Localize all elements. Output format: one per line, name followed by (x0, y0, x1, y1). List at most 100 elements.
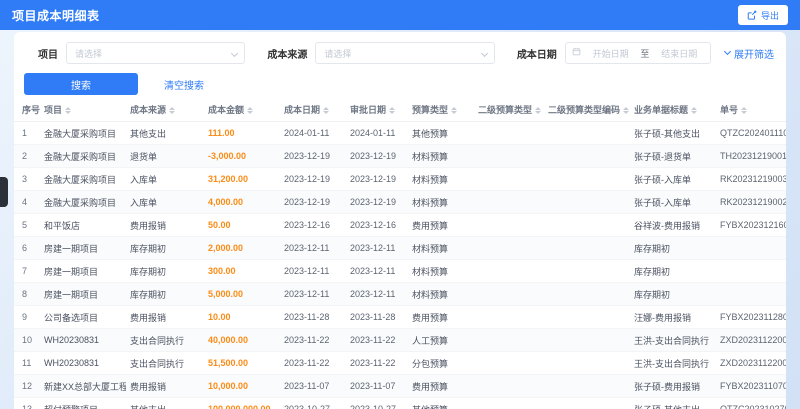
col-doc-no[interactable]: 单号 (716, 98, 786, 122)
side-drawer-handle[interactable] (0, 177, 8, 207)
cell-cost-date: 2023-10-27 (280, 397, 346, 409)
cell-amount: 31,200.00 (204, 167, 280, 191)
source-select[interactable]: 请选择 (315, 42, 495, 64)
col-label: 审批日期 (350, 105, 387, 115)
sort-icon[interactable] (169, 107, 176, 115)
cell-doc-no: QTZC20231027002 (716, 397, 786, 409)
cell-project: WH20230831 (40, 351, 126, 375)
cell-amount: 51,500.00 (204, 351, 280, 375)
search-button[interactable]: 搜索 (24, 73, 138, 95)
cell-sub-budget-code (544, 259, 630, 283)
cell-sub-budget-code (544, 351, 630, 375)
cell-project: 房建一期项目 (40, 282, 126, 306)
cell-source: 支出合同执行 (126, 328, 204, 352)
cell-cost-date: 2023-12-19 (280, 167, 346, 191)
cell-amount: 40,000.00 (204, 328, 280, 352)
cell-approval-date: 2023-11-07 (346, 374, 408, 398)
table-row: 9 公司备选项目 费用报销 10.00 2023-11-28 2023-11-28 费用预算… (14, 305, 786, 329)
sort-icon[interactable] (247, 107, 254, 115)
cell-cost-date: 2023-12-11 (280, 282, 346, 306)
cell-index: 9 (14, 305, 40, 329)
cell-sub-budget-type (474, 167, 544, 191)
table-row: 5 和平饭店 费用报销 50.00 2023-12-16 2023-12-16 费用预算 谷祥… (14, 213, 786, 237)
col-budget-type[interactable]: 预算类型 (408, 98, 474, 122)
cell-budget-type: 其他预算 (408, 121, 474, 145)
cell-index: 10 (14, 328, 40, 352)
sort-icon[interactable] (65, 107, 72, 115)
col-project[interactable]: 项目 (40, 98, 126, 122)
cell-amount: 4,000.00 (204, 190, 280, 214)
cell-project: 房建一期项目 (40, 259, 126, 283)
cell-project: 金融大厦采购项目 (40, 144, 126, 168)
project-select[interactable]: 请选择 (66, 42, 246, 64)
col-label: 二级预算类型编码 (548, 105, 621, 115)
col-amount[interactable]: 成本金额 (204, 98, 280, 122)
cell-index: 13 (14, 397, 40, 409)
cell-sub-budget-type (474, 213, 544, 237)
expand-filter-link[interactable]: 展开筛选 (723, 46, 774, 61)
clear-search-link[interactable]: 清空搜索 (164, 77, 204, 92)
sort-icon[interactable] (389, 107, 396, 115)
cell-index: 12 (14, 374, 40, 398)
cell-approval-date: 2023-11-22 (346, 328, 408, 352)
cell-sub-budget-code (544, 328, 630, 352)
cell-doc-title: 库存期初 (630, 282, 716, 306)
date-filter-label: 成本日期 (516, 49, 557, 61)
cell-index: 2 (14, 144, 40, 168)
cell-amount: 111.00 (204, 121, 280, 145)
cell-sub-budget-type (474, 351, 544, 375)
cell-sub-budget-code (544, 305, 630, 329)
col-sub-budget-code[interactable]: 二级预算类型编码 (544, 98, 630, 122)
cell-project: 金融大厦采购项目 (40, 167, 126, 191)
cost-table: 序号 项目 成本来源 成本金额 成本日期 审批日期 预算类型 二级预算类型 二级预算类型编码 业务… (14, 98, 786, 409)
sort-icon[interactable] (451, 107, 458, 115)
col-cost-date[interactable]: 成本日期 (280, 98, 346, 122)
cell-budget-type: 材料预算 (408, 282, 474, 306)
cell-amount: -3,000.00 (204, 144, 280, 168)
cell-budget-type: 分包预算 (408, 351, 474, 375)
sort-icon[interactable] (535, 107, 542, 115)
cell-sub-budget-code (544, 397, 630, 409)
chevron-down-icon (480, 49, 488, 58)
sort-icon[interactable] (741, 107, 748, 115)
cell-budget-type: 材料预算 (408, 190, 474, 214)
cell-approval-date: 2023-12-19 (346, 190, 408, 214)
cell-doc-no: ZXD20231122002 (716, 328, 786, 352)
col-label: 序号 (22, 105, 40, 115)
export-button[interactable]: 导出 (737, 5, 788, 25)
cell-budget-type: 人工预算 (408, 328, 474, 352)
date-range-picker[interactable]: 开始日期 至 结束日期 (564, 42, 711, 64)
cell-cost-date: 2023-12-11 (280, 236, 346, 260)
col-label: 业务单据标题 (634, 105, 689, 115)
col-source[interactable]: 成本来源 (126, 98, 204, 122)
sort-icon[interactable] (323, 107, 330, 115)
cell-doc-title: 张子硕-其他支出 (630, 121, 716, 145)
cell-sub-budget-type (474, 121, 544, 145)
cell-source: 库存期初 (126, 282, 204, 306)
cell-sub-budget-code (544, 374, 630, 398)
cell-doc-title: 库存期初 (630, 259, 716, 283)
cell-source: 其他支出 (126, 397, 204, 409)
cell-amount: 10,000.00 (204, 374, 280, 398)
col-label: 成本来源 (130, 105, 167, 115)
cell-amount: 50.00 (204, 213, 280, 237)
col-doc-title[interactable]: 业务单据标题 (630, 98, 716, 122)
cell-doc-no (716, 282, 786, 306)
sort-icon[interactable] (691, 107, 698, 115)
cell-amount: 5,000.00 (204, 282, 280, 306)
cell-project: 超付预警项目 (40, 397, 126, 409)
cell-doc-no: FYBX20231216001 (716, 213, 786, 237)
sort-icon[interactable] (623, 107, 630, 115)
cell-doc-title: 张子硕-退货单 (630, 144, 716, 168)
table-row: 6 房建一期项目 库存期初 2,000.00 2023-12-11 2023-12-11 材… (14, 236, 786, 260)
chevron-down-icon (723, 47, 732, 56)
project-filter-label: 项目 (38, 49, 58, 61)
table-row: 4 金融大厦采购项目 入库单 4,000.00 2023-12-19 2023-12-19… (14, 190, 786, 214)
export-icon (747, 10, 757, 20)
col-approval-date[interactable]: 审批日期 (346, 98, 408, 122)
cell-cost-date: 2023-11-22 (280, 351, 346, 375)
col-sub-budget-type[interactable]: 二级预算类型 (474, 98, 544, 122)
cell-sub-budget-type (474, 374, 544, 398)
cell-approval-date: 2023-12-19 (346, 144, 408, 168)
cell-cost-date: 2023-11-28 (280, 305, 346, 329)
